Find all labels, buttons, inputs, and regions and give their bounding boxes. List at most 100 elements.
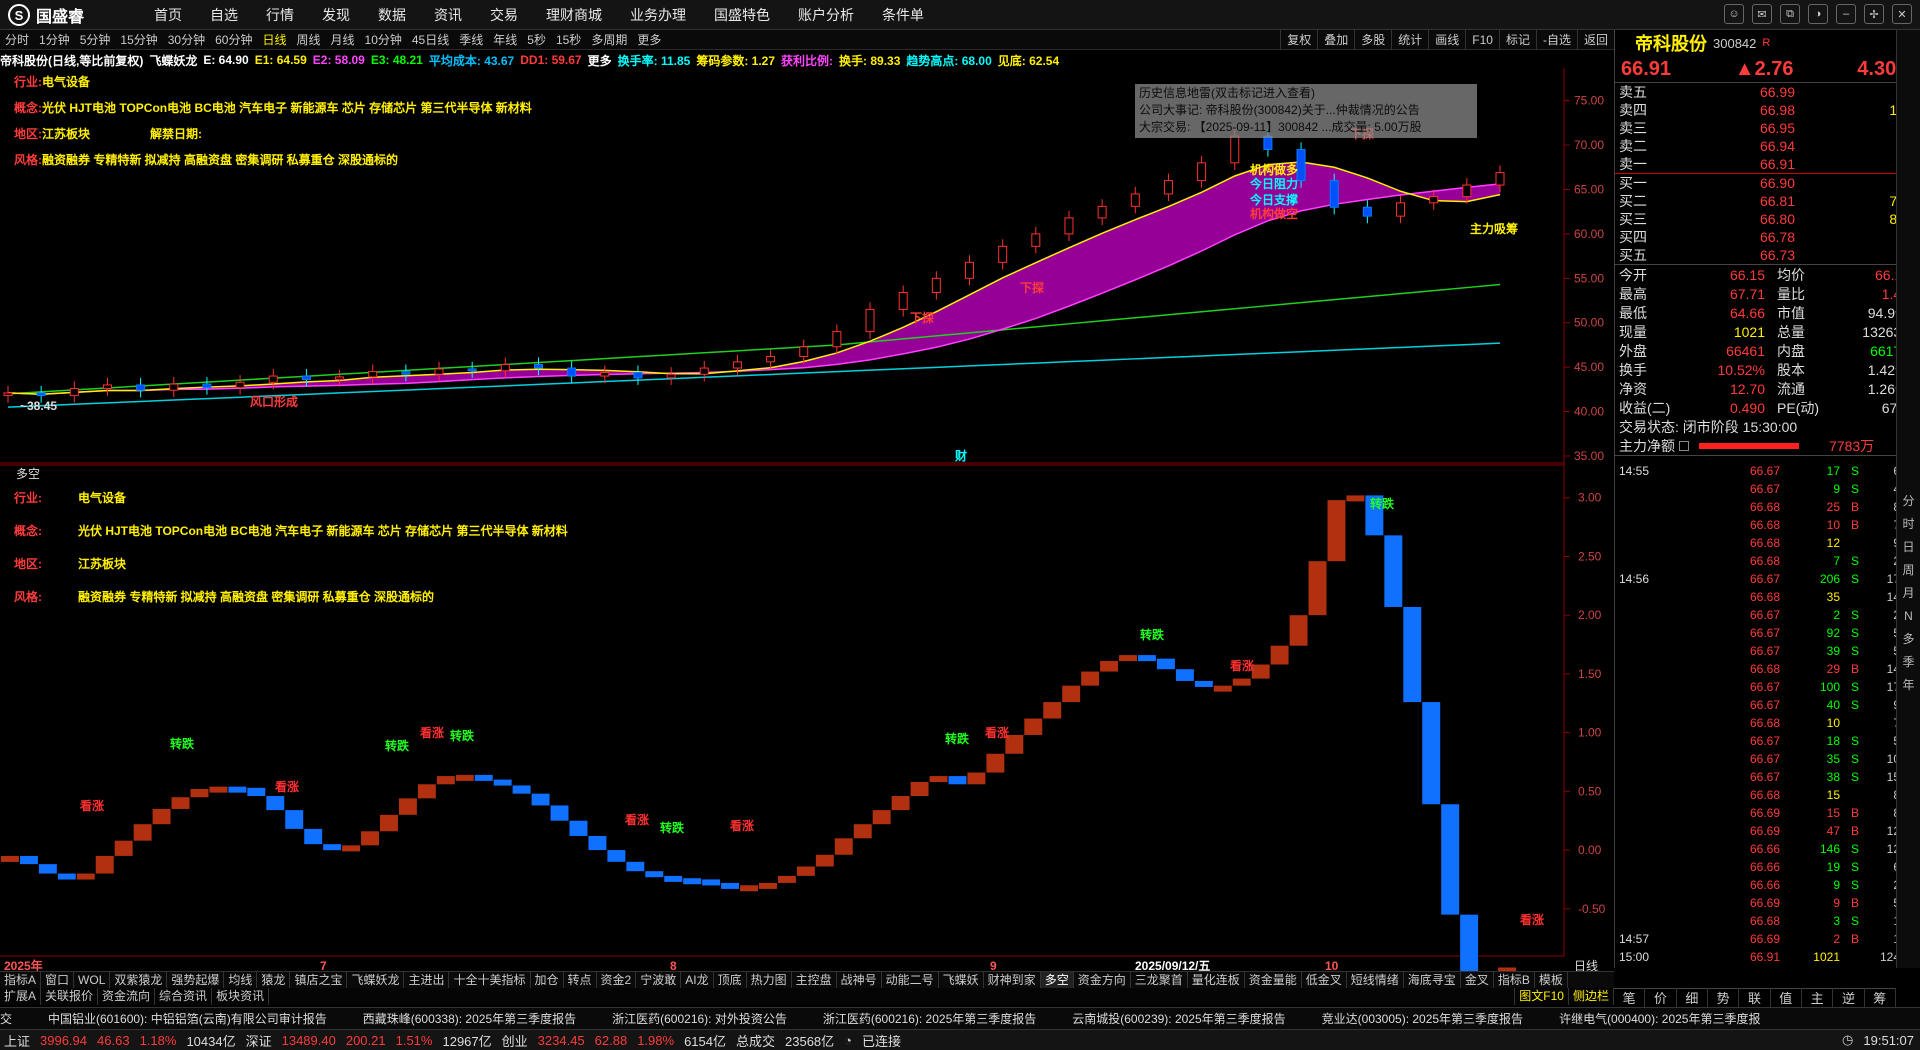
chart-tool-1[interactable]: 叠加 [1317,30,1354,50]
news-item[interactable]: 浙江医药(600216): 2025年第三季度报告 [823,1010,1036,1027]
indicator-tab-14[interactable]: 宁波敢 [636,971,682,989]
period-15[interactable]: 多周期 [586,31,632,48]
indicator-tab-2[interactable]: WOL [74,971,111,989]
indicator-tab-31[interactable]: 金叉 [1461,971,1494,989]
indicator-tab-8[interactable]: 飞蝶妖龙 [347,971,405,989]
indicator-tab-1[interactable]: 窗口 [41,971,75,989]
brand-logo[interactable]: S 国盛睿 [8,0,84,30]
sub-tab-1[interactable]: 关联报价 [41,988,99,1005]
indicator-tab-0[interactable]: 指标A [0,971,42,989]
indicator-tab-9[interactable]: 主进出 [404,971,450,989]
period-8[interactable]: 月线 [326,31,360,48]
indicator-tab-23[interactable]: 多空 [1040,971,1074,989]
indicator-tab-6[interactable]: 猿龙 [257,971,291,989]
news-item[interactable]: 中国铝业(601600): 中铝铝箔(云南)有限公司审计报告 [48,1010,327,1027]
news-item[interactable]: 西藏珠峰(600338): 2025年第三季度报告 [363,1010,576,1027]
indicator-tab-33[interactable]: 模板 [1535,971,1568,989]
nav-item-5[interactable]: 资讯 [420,0,476,30]
indicator-tab-20[interactable]: 动能二号 [882,971,939,989]
maximize-icon[interactable]: ✢ [1864,4,1884,24]
ask-row[interactable]: 卖五 66.996 [1615,83,1920,101]
bid-row[interactable]: 买二 66.8171 [1615,192,1920,210]
f10-tab[interactable]: 图文F10 [1514,988,1569,1005]
quote-tab-0[interactable]: 笔 [1614,988,1646,1007]
nav-item-3[interactable]: 发现 [308,0,364,30]
period-9[interactable]: 10分钟 [360,31,407,48]
indicator-tab-16[interactable]: 顶底 [714,971,747,989]
ask-row[interactable]: 卖四 66.9812 [1615,101,1920,119]
sidebar-period-1[interactable]: 时 [1897,513,1920,536]
indicator-tab-25[interactable]: 三龙聚首 [1131,971,1188,989]
restore-icon[interactable]: ⧉ [1780,4,1800,24]
ask-row[interactable]: 卖一 66.914 [1615,155,1920,173]
indicator-tab-18[interactable]: 主控盘 [792,971,837,989]
chart-tool-6[interactable]: 标记 [1498,30,1536,50]
nav-item-6[interactable]: 交易 [476,0,532,30]
chart-tool-5[interactable]: F10 [1465,30,1499,50]
period-0[interactable]: 分时 [0,31,34,48]
ask-row[interactable]: 卖二 66.941 [1615,137,1920,155]
nav-item-2[interactable]: 行情 [252,0,308,30]
indicator-tab-10[interactable]: 十全十美指标 [449,971,531,989]
sz-label[interactable]: 深证 [246,1031,272,1050]
period-14[interactable]: 15秒 [551,31,586,48]
indicator-tab-7[interactable]: 镇店之宝 [290,971,348,989]
sidebar-period-6[interactable]: 多 [1897,628,1920,651]
indicator-tab-11[interactable]: 加仓 [531,971,564,989]
nav-item-4[interactable]: 数据 [364,0,420,30]
quote-tab-5[interactable]: 值 [1771,988,1802,1007]
nav-item-11[interactable]: 条件单 [868,0,938,30]
sub-tab-0[interactable]: 扩展A [0,988,42,1005]
cy-label[interactable]: 创业 [502,1031,528,1050]
sidebar-period-7[interactable]: 季 [1897,651,1920,674]
news-item[interactable]: 许继电气(000400): 2025年第三季度报 [1559,1010,1760,1027]
period-5[interactable]: 60分钟 [210,31,257,48]
sidebar-period-0[interactable]: 分 [1897,490,1920,513]
net-toggle-icon[interactable] [1679,440,1689,451]
sub-tab-3[interactable]: 综合资讯 [155,988,213,1005]
chat-icon[interactable]: ☺ [1724,4,1744,24]
indicator-tab-19[interactable]: 战神号 [837,971,882,989]
minimize-icon[interactable]: – [1836,4,1856,24]
chart-tool-7[interactable]: -自选 [1535,30,1577,50]
quote-tab-3[interactable]: 势 [1708,988,1740,1007]
chart-tool-8[interactable]: 返回 [1576,30,1614,50]
bid-row[interactable]: 买五 66.733 [1615,246,1920,264]
chart-tool-0[interactable]: 复权 [1280,30,1317,50]
period-12[interactable]: 年线 [488,31,522,48]
chart-tool-2[interactable]: 多股 [1354,30,1391,50]
news-ticker[interactable]: 交 中国铝业(601600): 中铝铝箔(云南)有限公司审计报告 西藏珠峰(6003… [0,1007,1920,1029]
period-4[interactable]: 30分钟 [163,31,210,48]
bid-row[interactable]: 买一 66.906 [1615,174,1920,192]
nav-item-8[interactable]: 业务办理 [616,0,700,30]
tick-list[interactable]: 14:5566.6717S666.679S466.6825B866.6810B7… [1615,455,1920,966]
indicator-tab-21[interactable]: 飞蝶妖 [939,971,984,989]
indicator-tab-30[interactable]: 海底寻宝 [1404,971,1461,989]
indicator-tab-12[interactable]: 转点 [564,971,597,989]
sidebar-period-5[interactable]: N [1897,605,1920,628]
news-item[interactable]: 云南城投(600239): 2025年第三季度报告 [1072,1010,1285,1027]
sidebar-period-2[interactable]: 日 [1897,536,1920,559]
nav-item-9[interactable]: 国盛特色 [700,0,784,30]
chart-tool-3[interactable]: 统计 [1391,30,1428,50]
indicator-tab-13[interactable]: 资金2 [597,971,637,989]
news-item[interactable]: 浙江医药(600216): 对外投资公告 [612,1010,787,1027]
quote-tab-4[interactable]: 联 [1739,988,1771,1007]
period-10[interactable]: 45日线 [407,31,454,48]
period-3[interactable]: 15分钟 [115,31,162,48]
indicator-tab-22[interactable]: 财神到家 [984,971,1041,989]
quote-tab-8[interactable]: 筹 [1865,988,1896,1007]
ask-row[interactable]: 卖三 66.956 [1615,119,1920,137]
period-6[interactable]: 日线 [257,31,291,48]
sub-tab-4[interactable]: 板块资讯 [212,988,270,1005]
period-2[interactable]: 5分钟 [75,31,116,48]
close-icon[interactable]: ✕ [1892,4,1912,24]
sidebar-period-4[interactable]: 月 [1897,582,1920,605]
period-16[interactable]: 更多 [632,31,666,48]
indicator-tab-3[interactable]: 双紫猿龙 [110,971,168,989]
indicator-tab-4[interactable]: 强势起爆 [167,971,225,989]
candle[interactable] [1296,142,1306,188]
indicator-tab-27[interactable]: 资金量能 [1245,971,1302,989]
period-1[interactable]: 1分钟 [34,31,75,48]
news-item[interactable]: 竞业达(003005): 2025年第三季度报告 [1322,1010,1523,1027]
